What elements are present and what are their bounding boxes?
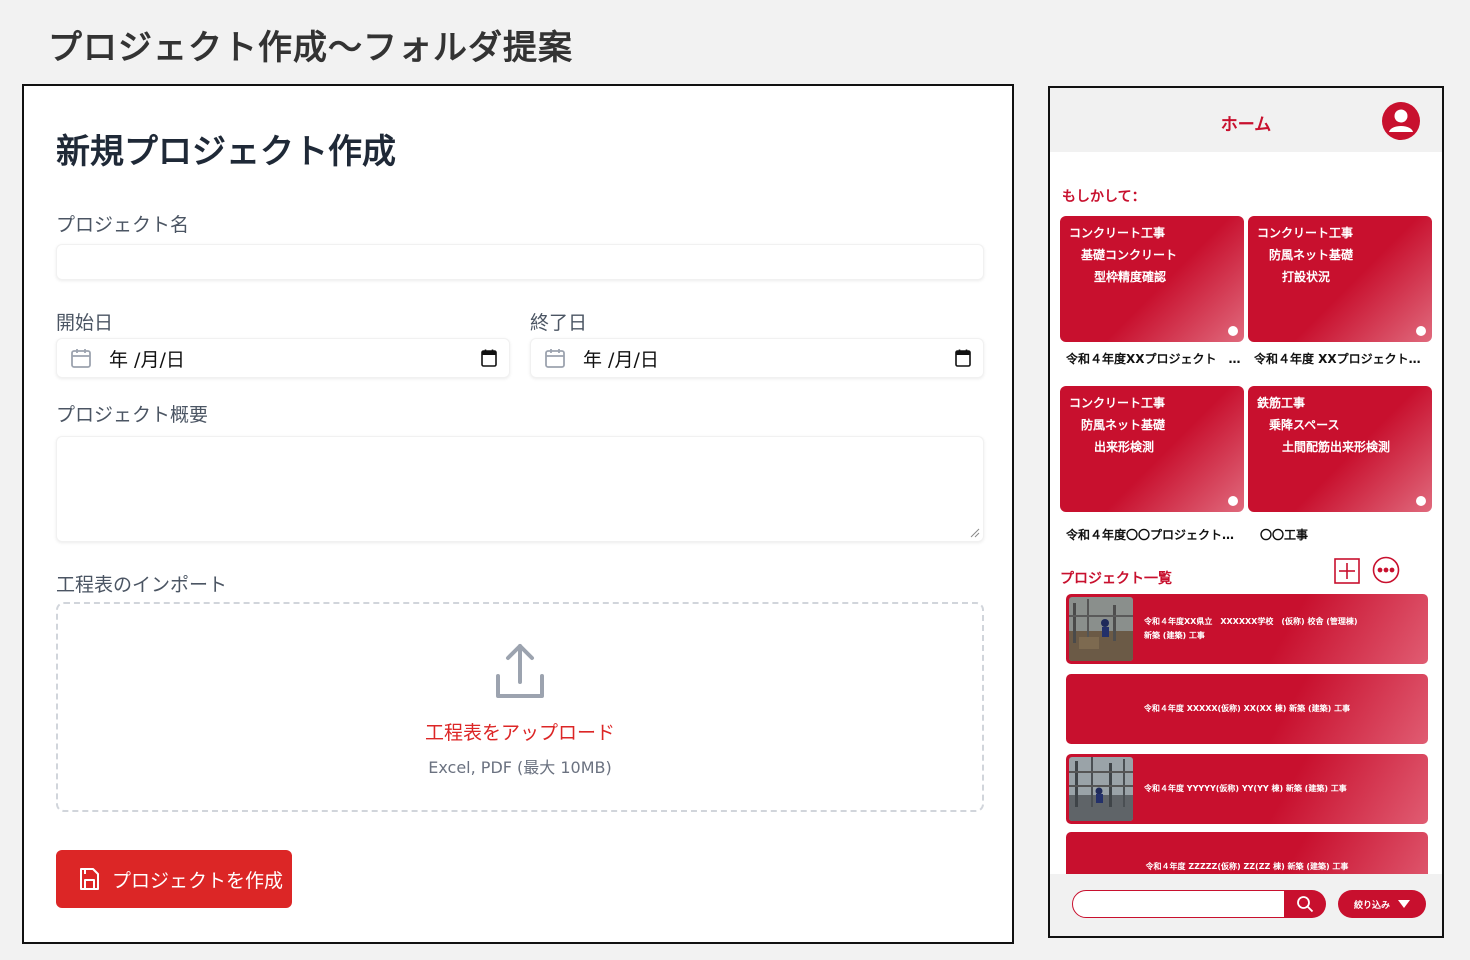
project-photo	[1069, 597, 1133, 661]
more-options-icon[interactable]	[1372, 556, 1400, 584]
save-icon	[80, 868, 99, 890]
date-picker-icon[interactable]	[955, 349, 971, 367]
project-title: 令和４年度 YYYYY(仮称) YY(YY 棟) 新築 (建築) 工事	[1144, 784, 1347, 794]
mobile-home-screen: ホーム もしかして： コンクリート工事 基礎コンクリート 型枠精度確認 令和４年…	[1048, 86, 1444, 938]
start-date-input[interactable]: 年 /月/日	[56, 338, 510, 378]
card-dot-icon	[1228, 496, 1238, 506]
project-title: 令和４年度XX県立 XXXXXX学校 (仮称) 校舎 (管理棟)	[1144, 617, 1358, 627]
card-line: コンクリート工事	[1257, 226, 1354, 240]
filter-button[interactable]: 絞り込み	[1338, 890, 1426, 918]
project-form-panel: 新規プロジェクト作成 プロジェクト名 開始日 年 /月/日 終了日 年 /月/日…	[22, 84, 1014, 944]
card-line: 防風ネット基礎	[1269, 248, 1354, 262]
card-line: 鉄筋工事	[1257, 396, 1306, 410]
project-list-item[interactable]: 令和４年度 YYYYY(仮称) YY(YY 棟) 新築 (建築) 工事	[1066, 754, 1428, 824]
card-line: 基礎コンクリート	[1081, 248, 1178, 262]
filter-label: 絞り込み	[1353, 900, 1390, 911]
card-dot-icon	[1416, 326, 1426, 336]
suggestion-card[interactable]: コンクリート工事 防風ネット基礎 出来形検測	[1060, 386, 1244, 512]
project-title: 新築 (建築) 工事	[1144, 631, 1205, 640]
project-name-input[interactable]	[56, 244, 984, 280]
chevron-down-icon	[1398, 900, 1410, 908]
summary-label: プロジェクト概要	[56, 404, 209, 426]
resize-handle-icon[interactable]	[970, 528, 980, 538]
card-dot-icon	[1416, 496, 1426, 506]
card-line: 型枠精度確認	[1094, 270, 1167, 284]
create-project-button[interactable]: プロジェクトを作成	[56, 850, 292, 908]
project-list-item[interactable]: 令和４年度XX県立 XXXXXX学校 (仮称) 校舎 (管理棟) 新築 (建築) …	[1066, 594, 1428, 664]
end-date-input[interactable]: 年 /月/日	[530, 338, 984, 378]
suggestion-caption: 令和４年度〇〇プロジェクト…	[1066, 528, 1235, 542]
project-list-item[interactable]: 令和４年度 XXXXX(仮称) XX(XX 棟) 新築 (建築) 工事	[1066, 674, 1428, 744]
suggestion-caption: 令和４年度XXプロジェクト …	[1066, 352, 1241, 366]
card-line: コンクリート工事	[1069, 396, 1166, 410]
card-line: 防風ネット基礎	[1081, 418, 1166, 432]
search-input[interactable]	[1072, 890, 1288, 918]
suggestion-caption: 令和４年度 XXプロジェクト…	[1254, 352, 1421, 366]
upload-title: 工程表をアップロード	[424, 722, 615, 744]
page-title: プロジェクト作成〜フォルダ提案	[48, 28, 573, 68]
card-line: コンクリート工事	[1069, 226, 1166, 240]
suggestion-caption: 〇〇工事	[1260, 528, 1309, 542]
schedule-import-label: 工程表のインポート	[56, 574, 228, 596]
start-date-value: 年 /月/日	[109, 348, 185, 371]
upload-icon	[496, 644, 544, 698]
project-photo	[1069, 757, 1133, 821]
mobile-header: ホーム	[1050, 88, 1442, 152]
create-project-label: プロジェクトを作成	[112, 869, 284, 892]
card-line: 出来形検測	[1094, 440, 1155, 454]
end-date-label: 終了日	[530, 312, 588, 334]
mobile-search-bar: 絞り込み	[1050, 874, 1442, 936]
calendar-icon	[71, 349, 91, 368]
schedule-upload-dropzone[interactable]: 工程表をアップロード Excel, PDF (最大 10MB)	[56, 602, 984, 812]
end-date-value: 年 /月/日	[583, 348, 659, 371]
calendar-icon	[545, 349, 565, 368]
project-title: 令和４年度 ZZZZZ(仮称) ZZ(ZZ 棟) 新築 (建築) 工事	[1145, 862, 1349, 872]
suggestion-card[interactable]: コンクリート工事 基礎コンクリート 型枠精度確認	[1060, 216, 1244, 342]
suggestion-card[interactable]: コンクリート工事 防風ネット基礎 打設状況	[1248, 216, 1432, 342]
upload-hint: Excel, PDF (最大 10MB)	[428, 758, 612, 777]
user-avatar-icon[interactable]	[1382, 102, 1420, 140]
search-button[interactable]	[1284, 890, 1326, 918]
suggestion-card[interactable]: 鉄筋工事 乗降スペース 土間配筋出来形検測	[1248, 386, 1432, 512]
suggestion-label: もしかして：	[1062, 189, 1146, 205]
date-picker-icon[interactable]	[481, 349, 497, 367]
summary-textarea[interactable]	[56, 436, 984, 542]
search-icon	[1297, 896, 1314, 913]
project-name-label: プロジェクト名	[56, 214, 190, 236]
form-title: 新規プロジェクト作成	[56, 132, 396, 172]
project-title: 令和４年度 XXXXX(仮称) XX(XX 棟) 新築 (建築) 工事	[1143, 704, 1351, 714]
start-date-label: 開始日	[56, 312, 114, 334]
add-project-icon[interactable]	[1334, 558, 1360, 584]
project-list-label: プロジェクト一覧	[1060, 571, 1172, 587]
card-dot-icon	[1228, 326, 1238, 336]
card-line: 乗降スペース	[1269, 418, 1340, 432]
card-line: 打設状況	[1282, 270, 1331, 284]
card-line: 土間配筋出来形検測	[1282, 440, 1391, 454]
